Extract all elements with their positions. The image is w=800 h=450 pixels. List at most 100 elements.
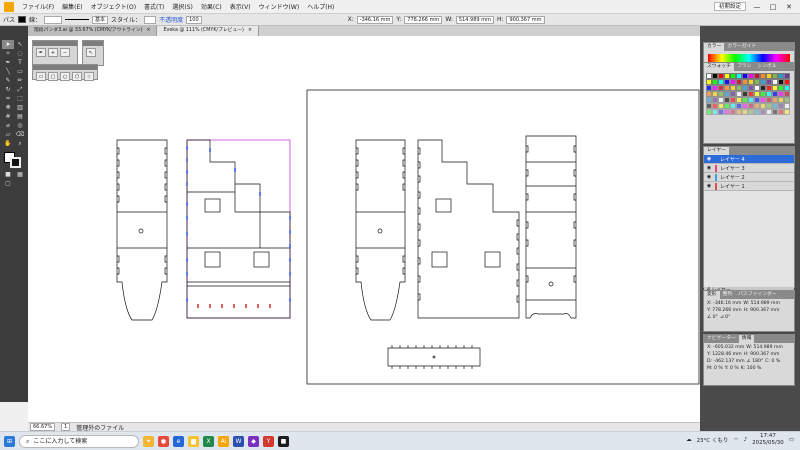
direct-selection-tool-icon[interactable]: ↖ (14, 40, 26, 49)
star-tool-icon[interactable]: ☆ (84, 72, 94, 81)
app-icon[interactable]: ■ (278, 435, 289, 447)
clock[interactable]: 17:47 2025/05/30 (752, 433, 784, 447)
menu-window[interactable]: ウィンドウ(W) (255, 2, 304, 11)
menu-file[interactable]: ファイル(F) (18, 2, 58, 11)
network-icon[interactable]: ⌔ (733, 437, 738, 444)
edge-icon[interactable]: e (173, 435, 184, 447)
delete-anchor-icon[interactable]: − (60, 48, 70, 57)
fill-stroke-widget[interactable] (2, 152, 26, 170)
close-icon[interactable]: × (146, 26, 150, 36)
copilot-icon[interactable]: ✦ (143, 435, 154, 447)
windows-start-icon[interactable]: ⊞ (4, 435, 15, 447)
tab-document-1[interactable]: 階段パンダ3.ai @ 33.67% (CMYK/アウトライン) × (28, 26, 158, 36)
transform-w[interactable]: 514.989 mm (751, 301, 780, 306)
gradient-mode-icon[interactable]: ▦ (14, 170, 26, 179)
app-icon[interactable]: ◆ (248, 435, 259, 447)
h-field[interactable]: 900.367 mm (506, 15, 545, 24)
eye-icon[interactable]: ◉ (706, 156, 712, 162)
rectangle-tool-icon[interactable]: ▭ (36, 72, 46, 81)
tab-color-guide[interactable]: カラーガイド (724, 43, 759, 51)
weather-icon[interactable]: ☁ (686, 437, 692, 443)
tab-brushes[interactable]: ブラシ (734, 63, 754, 71)
slice-tool-icon[interactable]: ▱ (2, 130, 14, 139)
stroke-color-icon[interactable] (10, 157, 21, 168)
ellipse-tool-icon[interactable]: ○ (60, 72, 70, 81)
tab-transform[interactable]: 変形 (704, 291, 720, 299)
stroke-weight-field[interactable] (44, 15, 63, 24)
close-button[interactable]: ✕ (784, 3, 794, 11)
chrome-icon[interactable]: ● (158, 435, 169, 447)
magic-wand-tool-icon[interactable]: ✧ (2, 49, 14, 58)
pencil-tool-icon[interactable]: ✏ (14, 76, 26, 85)
transform-h[interactable]: 900.367 mm (750, 308, 779, 313)
selection-tool-icon[interactable]: ➤ (2, 40, 14, 49)
screen-mode-icon[interactable]: ▢ (2, 179, 14, 188)
blend-tool-icon[interactable]: ◎ (14, 121, 26, 130)
paintbrush-tool-icon[interactable]: ✎ (2, 76, 14, 85)
menu-effect[interactable]: 効果(C) (197, 2, 226, 11)
transform-shear[interactable]: 0° (725, 315, 730, 320)
word-icon[interactable]: W (233, 435, 244, 447)
notification-icon[interactable]: ▭ (789, 437, 794, 443)
yahoo-icon[interactable]: Y (263, 435, 274, 447)
panel-piece-1[interactable] (116, 139, 168, 321)
y-field[interactable]: 778.266 mm (404, 15, 443, 24)
anchor-convert-icon[interactable]: ↖ (86, 48, 96, 57)
graphic-style-field[interactable] (144, 15, 157, 24)
mesh-tool-icon[interactable]: # (2, 112, 14, 121)
eye-icon[interactable]: ◉ (706, 165, 712, 171)
w-field[interactable]: 514.989 mm (455, 15, 494, 24)
add-anchor-icon[interactable]: + (48, 48, 58, 57)
transform-x[interactable]: -346.16 mm (713, 301, 741, 306)
menu-view[interactable]: 表示(V) (226, 2, 255, 11)
polygon-tool-icon[interactable]: ⬡ (72, 72, 82, 81)
taskbar-search[interactable]: ⌕ ここに入力して検索 (19, 434, 139, 448)
artboard-frame[interactable] (306, 89, 700, 385)
artboard-number-field[interactable]: 1 (61, 423, 71, 431)
layer-row[interactable]: ◉ レイヤー 2 (704, 173, 794, 182)
volume-icon[interactable]: ♪ (744, 437, 748, 443)
lasso-tool-icon[interactable]: ◌ (14, 49, 26, 58)
tab-layers[interactable]: レイヤー (704, 147, 730, 155)
eye-icon[interactable]: ◉ (706, 174, 712, 180)
stroke-profile-preview[interactable] (65, 19, 90, 20)
free-transform-tool-icon[interactable]: ⬚ (14, 94, 26, 103)
pen-tool-icon[interactable]: ✒ (2, 58, 14, 67)
excel-icon[interactable]: X (203, 435, 214, 447)
eyedropper-tool-icon[interactable]: ⌀ (2, 121, 14, 130)
layer-row[interactable]: ◉ レイヤー 4 (704, 155, 794, 164)
gradient-tool-icon[interactable]: ▤ (14, 112, 26, 121)
eye-icon[interactable]: ◉ (706, 183, 712, 189)
rounded-rect-tool-icon[interactable]: ▢ (48, 72, 58, 81)
panel-piece-5[interactable] (525, 135, 577, 319)
rectangle-tool-icon[interactable]: ▭ (14, 67, 26, 76)
opacity-field[interactable]: 100 (186, 15, 202, 24)
opacity-label[interactable]: 不透明度 (159, 15, 183, 24)
swatch-grid[interactable] (704, 71, 794, 117)
menu-help[interactable]: ヘルプ(H) (303, 2, 338, 11)
workspace-switcher[interactable]: 初期設定 (713, 2, 746, 11)
hand-tool-icon[interactable]: ✋ (2, 139, 14, 148)
eraser-tool-icon[interactable]: ⌫ (14, 130, 26, 139)
minimize-button[interactable]: — (752, 3, 762, 11)
menu-type[interactable]: 書式(T) (140, 2, 168, 11)
tab-info[interactable]: 情報 (738, 335, 755, 343)
swatch[interactable] (784, 109, 790, 115)
transform-y[interactable]: 778.266 mm (712, 308, 741, 313)
artboard-canvas[interactable]: ✒ + − ↖ ▭ ▢ ○ ⬡ ☆ (28, 36, 700, 422)
line-tool-icon[interactable]: ╲ (2, 67, 14, 76)
explorer-icon[interactable]: ▆ (188, 435, 199, 447)
pen-tool-icon[interactable]: ✒ (36, 48, 46, 57)
weather-text[interactable]: 23°C くもり (697, 436, 729, 444)
illustrator-taskbar-icon[interactable]: Ai (218, 435, 229, 447)
close-icon[interactable]: × (248, 26, 252, 36)
tab-color[interactable]: カラー (704, 43, 725, 51)
selected-panel-piece[interactable] (186, 139, 291, 319)
layer-row[interactable]: ◉ レイヤー 1 (704, 182, 794, 191)
tab-align[interactable]: 整列 (720, 291, 736, 299)
zoom-tool-icon[interactable]: ⌕ (14, 139, 26, 148)
x-field[interactable]: -346.16 mm (356, 15, 394, 24)
tab-symbols[interactable]: シンボル (754, 63, 779, 71)
menu-select[interactable]: 選択(S) (168, 2, 197, 11)
rotate-tool-icon[interactable]: ↻ (2, 85, 14, 94)
